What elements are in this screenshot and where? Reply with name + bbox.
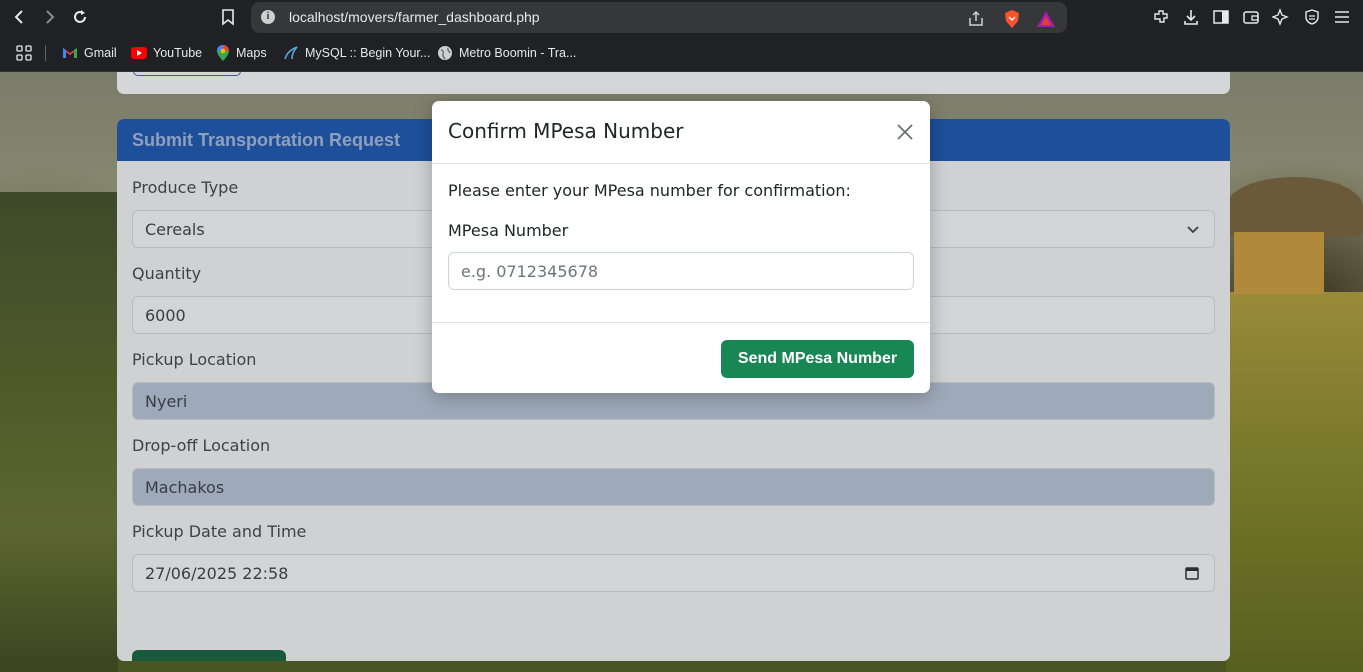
back-button[interactable]	[9, 6, 31, 28]
modal-message: Please enter your MPesa number for confi…	[448, 181, 851, 200]
send-mpesa-number-button[interactable]: Send MPesa Number	[721, 340, 914, 378]
dropoff-location-value: Machakos	[145, 477, 225, 497]
dropoff-location-label: Drop-off Location	[132, 436, 271, 455]
bookmarks-separator	[45, 45, 46, 61]
pickup-location-label: Pickup Location	[132, 350, 257, 369]
vpn-icon[interactable]	[1302, 7, 1322, 27]
wallet-icon[interactable]	[1241, 7, 1261, 27]
bookmark-gmail[interactable]: Gmail	[62, 44, 117, 62]
previous-card	[117, 72, 1230, 94]
gmail-icon	[63, 48, 77, 58]
address-bar[interactable]: i localhost/movers/farmer_dashboard.php	[251, 2, 1067, 33]
close-button[interactable]	[894, 121, 916, 143]
pickup-datetime-value: 27/06/2025 22:58	[145, 563, 289, 583]
extensions-icon[interactable]	[1151, 7, 1171, 27]
dropoff-location-input[interactable]: Machakos	[132, 468, 1215, 506]
downloads-icon[interactable]	[1181, 7, 1201, 27]
bookmark-metro-boomin[interactable]: Metro Boomin - Tra...	[437, 44, 576, 62]
previous-card-button[interactable]	[133, 72, 241, 76]
bookmarks-bar: Gmail YouTube Maps MySQL :: Begin Your..…	[0, 35, 1363, 72]
background-hut	[1226, 177, 1363, 297]
bookmark-page-button[interactable]	[217, 6, 239, 28]
modal-footer: Send MPesa Number	[432, 322, 930, 393]
youtube-icon	[131, 47, 147, 59]
pickup-datetime-input[interactable]: 27/06/2025 22:58	[132, 554, 1215, 592]
url-text: localhost/movers/farmer_dashboard.php	[289, 9, 540, 25]
close-icon	[897, 124, 913, 140]
brave-rewards-icon[interactable]	[1036, 9, 1056, 29]
submit-request-button[interactable]: Submit Request	[132, 650, 286, 661]
reload-icon	[74, 10, 86, 23]
bookmark-label: Metro Boomin - Tra...	[459, 46, 577, 60]
bookmark-label: Gmail	[84, 46, 117, 60]
produce-type-value: Cereals	[145, 219, 205, 239]
bookmark-label: YouTube	[153, 46, 203, 60]
calendar-icon[interactable]	[1184, 565, 1200, 581]
bookmark-label: Maps	[236, 46, 267, 60]
mpesa-number-label: MPesa Number	[448, 221, 569, 240]
share-icon[interactable]	[966, 9, 986, 29]
background-rice-field	[1226, 292, 1363, 672]
site-info-icon[interactable]: i	[261, 10, 275, 24]
brave-shields-icon[interactable]	[1002, 9, 1022, 29]
apps-grid-icon[interactable]	[14, 43, 34, 63]
chevron-down-icon	[1187, 226, 1199, 234]
reload-button[interactable]	[69, 6, 91, 28]
modal-title: Confirm MPesa Number	[448, 119, 684, 143]
sidebar-icon[interactable]	[1211, 7, 1231, 27]
background-terraces	[0, 192, 118, 672]
globe-icon	[438, 46, 452, 60]
forward-button[interactable]	[38, 6, 60, 28]
leo-ai-icon[interactable]	[1271, 7, 1291, 27]
mpesa-number-input[interactable]	[448, 252, 914, 290]
back-arrow-icon	[14, 10, 23, 24]
bookmark-icon	[222, 9, 234, 26]
produce-type-label: Produce Type	[132, 178, 239, 197]
pickup-location-value: Nyeri	[145, 391, 188, 411]
quantity-label: Quantity	[132, 264, 202, 283]
mysql-icon	[284, 46, 298, 60]
mpesa-confirm-modal: Confirm MPesa Number Please enter your M…	[432, 101, 930, 393]
forward-arrow-icon	[46, 10, 55, 24]
bookmark-label: MySQL :: Begin Your...	[305, 46, 431, 60]
pickup-datetime-label: Pickup Date and Time	[132, 522, 307, 541]
menu-icon[interactable]	[1332, 7, 1352, 27]
bookmark-maps[interactable]: Maps	[216, 44, 267, 62]
bookmark-mysql[interactable]: MySQL :: Begin Your...	[283, 44, 430, 62]
browser-toolbar: i localhost/movers/farmer_dashboard.php	[0, 0, 1363, 35]
bookmark-youtube[interactable]: YouTube	[131, 44, 202, 62]
maps-icon	[217, 45, 229, 61]
quantity-value: 6000	[145, 305, 186, 325]
modal-header: Confirm MPesa Number	[432, 101, 930, 164]
